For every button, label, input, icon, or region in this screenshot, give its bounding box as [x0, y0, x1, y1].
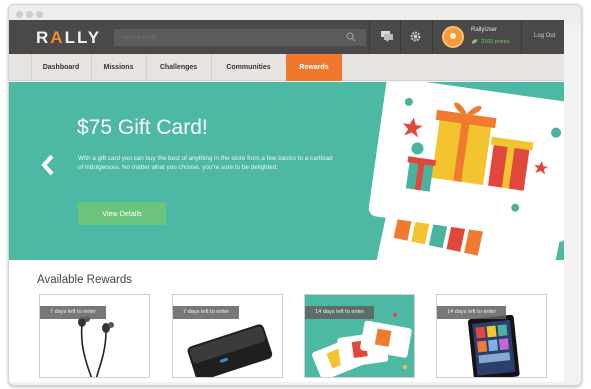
- main-nav: Dashboard Missions Challenges Communitie…: [9, 54, 564, 81]
- avatar[interactable]: [442, 26, 464, 48]
- maximize-window-dot[interactable]: [36, 11, 43, 18]
- divider: [432, 20, 433, 54]
- points-label: 2100 points: [481, 39, 510, 45]
- tab-dashboard[interactable]: Dashboard: [31, 54, 91, 81]
- reward-card-tablet[interactable]: 14 days left to enter: [436, 294, 547, 378]
- reward-card-hard-drive[interactable]: 7 days left to enter: [172, 294, 283, 378]
- tab-rewards[interactable]: Rewards: [286, 54, 342, 81]
- gift-card-illustration: [368, 82, 564, 260]
- close-window-dot[interactable]: [16, 11, 23, 18]
- search-icon[interactable]: [346, 32, 356, 42]
- days-left-badge: 7 days left to enter: [173, 306, 240, 319]
- user-points: 2100 points: [471, 39, 509, 45]
- gear-icon[interactable]: [409, 30, 422, 43]
- top-bar: RALLY RallyUser 2100 points Log Out: [9, 20, 564, 54]
- days-left-badge: 14 days left to enter: [437, 306, 507, 319]
- search-input[interactable]: [114, 29, 366, 46]
- chevron-left-icon[interactable]: [41, 154, 55, 176]
- leaf-icon: [471, 39, 478, 44]
- tab-challenges[interactable]: Challenges: [146, 54, 211, 81]
- logout-link[interactable]: Log Out: [534, 33, 555, 39]
- days-left-badge: 14 days left to enter: [305, 306, 375, 319]
- rally-logo[interactable]: RALLY: [36, 28, 101, 48]
- reward-card-gift-cards[interactable]: 14 days left to enter: [304, 294, 415, 378]
- hero-description: With a gift card you can buy the best of…: [78, 155, 333, 171]
- divider: [369, 20, 370, 54]
- section-title: Available Rewards: [37, 274, 133, 286]
- chat-icon[interactable]: [381, 31, 393, 42]
- divider: [521, 20, 522, 54]
- hero-title: $75 Gift Card!: [77, 116, 208, 139]
- available-rewards-section: Available Rewards 7 days left to enter 7…: [9, 260, 564, 382]
- reward-card-earbuds[interactable]: 7 days left to enter: [39, 294, 150, 378]
- view-details-button[interactable]: View Details: [78, 202, 166, 225]
- tab-missions[interactable]: Missions: [91, 54, 146, 81]
- divider: [400, 20, 401, 54]
- username[interactable]: RallyUser: [471, 27, 497, 33]
- minimize-window-dot[interactable]: [26, 11, 33, 18]
- days-left-badge: 7 days left to enter: [40, 306, 107, 319]
- tab-communities[interactable]: Communities: [211, 54, 286, 81]
- hero-banner: $75 Gift Card! With a gift card you can …: [9, 82, 564, 260]
